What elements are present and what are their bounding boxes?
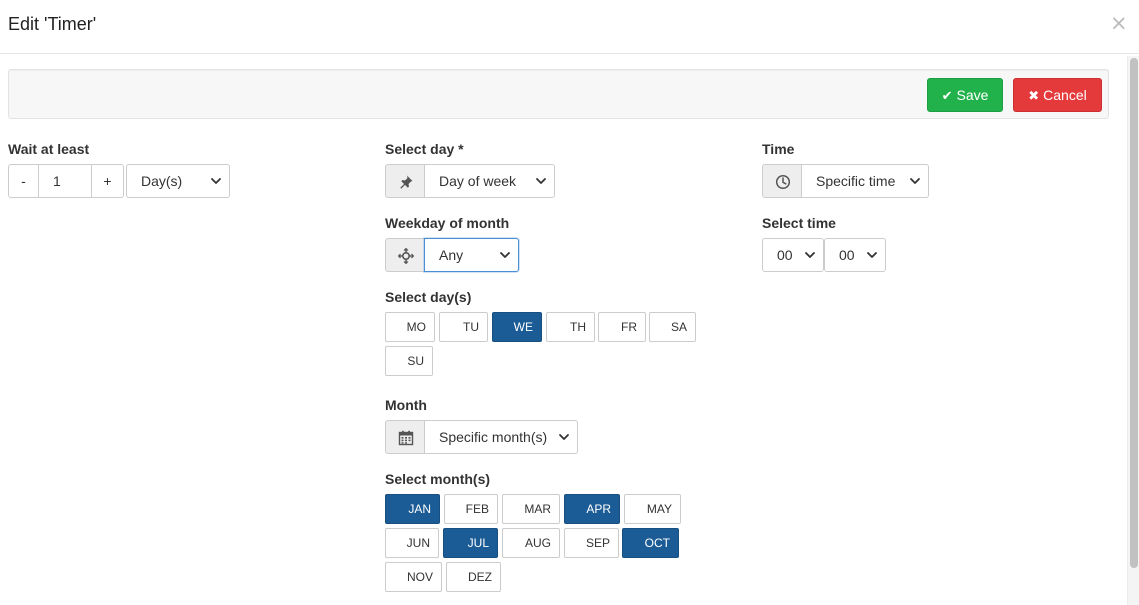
time-value: Specific time: [816, 173, 896, 189]
day-toggle-su[interactable]: SU: [385, 346, 433, 376]
vertical-scrollbar[interactable]: [1127, 56, 1139, 605]
month-addon: [385, 420, 425, 454]
day-toggle-mo[interactable]: MO: [385, 312, 435, 342]
day-toggle-fr[interactable]: FR: [598, 312, 646, 342]
cancel-button-label: Cancel: [1043, 87, 1087, 103]
select-time-label: Select time: [762, 215, 836, 231]
month-toggle-feb[interactable]: FEB: [444, 494, 498, 524]
month-toggle-jun[interactable]: JUN: [385, 528, 439, 558]
wait-at-least-label: Wait at least: [8, 141, 90, 157]
pin-icon: [400, 175, 413, 189]
decrement-button[interactable]: -: [8, 164, 39, 198]
weekday-of-month-addon: [385, 238, 425, 272]
clock-icon: [775, 174, 791, 190]
minute-select[interactable]: 00: [824, 238, 886, 272]
modal-title: Edit 'Timer': [8, 14, 97, 34]
day-toggle-sa[interactable]: SA: [649, 312, 696, 342]
month-toggle-nov[interactable]: NOV: [385, 562, 442, 592]
select-days-label: Select day(s): [385, 289, 472, 305]
select-day-addon: [385, 164, 425, 198]
close-icon[interactable]: ×: [1110, 11, 1128, 35]
month-toggle-sep[interactable]: SEP: [564, 528, 619, 558]
month-select[interactable]: Specific month(s): [424, 420, 578, 454]
month-label: Month: [385, 397, 427, 413]
calendar-icon: [398, 430, 414, 446]
weekday-of-month-label: Weekday of month: [385, 215, 510, 231]
x-icon: ✖: [1028, 89, 1040, 104]
check-icon: ✔: [941, 89, 953, 104]
time-addon: [762, 164, 802, 198]
month-toggle-jul[interactable]: JUL: [443, 528, 498, 558]
weekday-of-month-value: Any: [439, 247, 464, 263]
cancel-button[interactable]: ✖ Cancel: [1013, 78, 1102, 112]
time-select[interactable]: Specific time: [801, 164, 929, 198]
wait-quantity-input[interactable]: 1: [39, 164, 92, 198]
modal-header: Edit 'Timer' ×: [0, 0, 1139, 54]
day-toggle-we[interactable]: WE: [492, 312, 542, 342]
month-toggle-mar[interactable]: MAR: [502, 494, 560, 524]
chevron-down-icon: [805, 252, 815, 258]
chevron-down-icon: [500, 252, 510, 258]
month-toggle-dez[interactable]: DEZ: [446, 562, 501, 592]
weekday-of-month-select[interactable]: Any: [424, 238, 519, 272]
chevron-down-icon: [211, 178, 221, 184]
month-toggle-oct[interactable]: OCT: [622, 528, 679, 558]
save-button-label: Save: [956, 87, 989, 103]
month-toggle-apr[interactable]: APR: [564, 494, 620, 524]
month-value: Specific month(s): [439, 429, 548, 445]
chevron-down-icon: [910, 178, 920, 184]
time-label: Time: [762, 141, 795, 157]
select-day-value: Day of week: [439, 173, 517, 189]
chevron-down-icon: [867, 252, 877, 258]
hour-select[interactable]: 00: [762, 238, 824, 272]
save-button[interactable]: ✔ Save: [927, 78, 1003, 112]
month-toggle-jan[interactable]: JAN: [385, 494, 440, 524]
minute-value: 00: [839, 247, 855, 263]
select-day-select[interactable]: Day of week: [424, 164, 555, 198]
wait-unit-select[interactable]: Day(s): [126, 164, 230, 198]
day-toggle-tu[interactable]: TU: [439, 312, 488, 342]
chevron-down-icon: [559, 434, 569, 440]
select-day-label: Select day *: [385, 141, 464, 157]
chevron-down-icon: [536, 178, 546, 184]
select-months-label: Select month(s): [385, 471, 491, 487]
month-toggle-may[interactable]: MAY: [624, 494, 681, 524]
wait-unit-value: Day(s): [141, 173, 183, 189]
day-toggle-th[interactable]: TH: [546, 312, 595, 342]
increment-button[interactable]: +: [91, 164, 124, 198]
scrollbar-thumb[interactable]: [1130, 58, 1138, 568]
crosshair-icon: [398, 248, 414, 264]
month-toggle-aug[interactable]: AUG: [502, 528, 560, 558]
hour-value: 00: [777, 247, 793, 263]
action-toolbar: ✔ Save ✖ Cancel: [8, 69, 1109, 119]
